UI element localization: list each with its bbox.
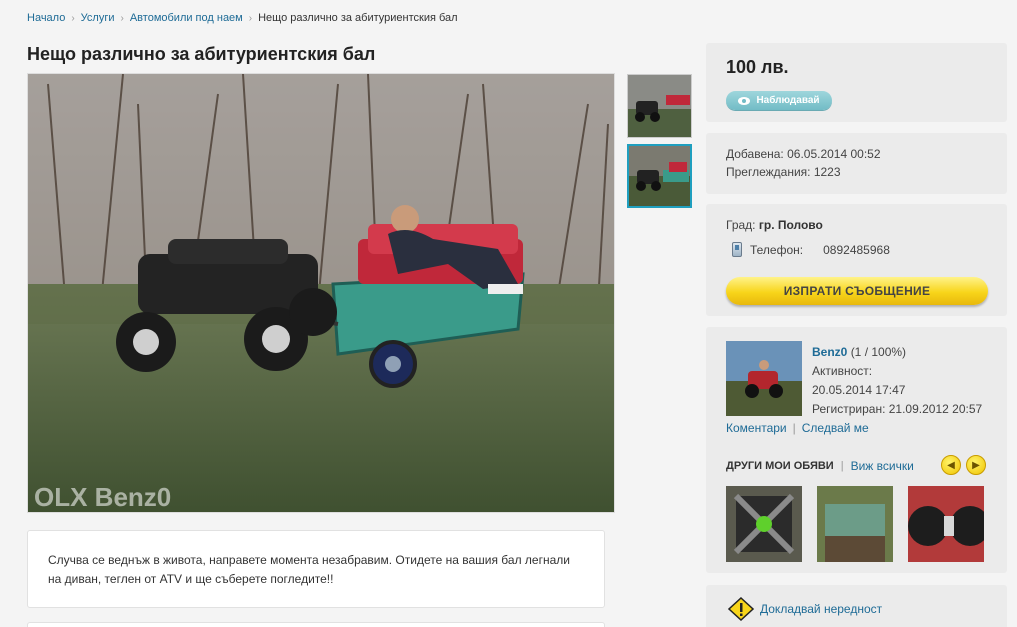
activity-label: Активност: <box>812 364 873 378</box>
phone-row[interactable]: Телефон: 0892485968 <box>732 242 890 257</box>
activity-value: 20.05.2014 17:47 <box>812 383 906 397</box>
next-section-box <box>27 622 605 627</box>
user-panel: Benz0 (1 / 100%) Активност: 20.05.2014 1… <box>706 327 1007 573</box>
user-links: Коментари | Следвай ме <box>726 421 869 435</box>
city-value: гр. Полово <box>758 218 823 232</box>
follow-link[interactable]: Следвай ме <box>802 421 869 435</box>
city-label: Град: <box>726 218 756 232</box>
next-arrow-icon[interactable]: ▶ <box>966 455 986 475</box>
phone-number[interactable]: 0892485968 <box>823 243 890 257</box>
previous-arrow-icon[interactable]: ◀ <box>941 455 961 475</box>
breadcrumb-car-rental[interactable]: Автомобили под наем <box>130 12 243 24</box>
ad-description: Случва се веднъж в живота, направете мом… <box>27 530 605 608</box>
breadcrumb: Начало › Услуги › Автомобили под наем › … <box>27 12 458 24</box>
page-title: Нещо различно за абитуриентския бал <box>27 44 376 64</box>
other-ad-thumbnail-1[interactable] <box>726 486 802 562</box>
view-all-link[interactable]: Виж всички <box>851 459 914 473</box>
photo-thumbnail-1[interactable] <box>627 74 692 138</box>
comments-link[interactable]: Коментари <box>726 421 787 435</box>
report-panel: Докладвай нередност <box>706 585 1007 627</box>
report-link[interactable]: Докладвай нередност <box>728 597 882 621</box>
phone-icon <box>732 242 742 257</box>
user-name-link[interactable]: Benz0 <box>812 345 847 359</box>
report-label[interactable]: Докладвай нередност <box>760 602 882 616</box>
views-count: Преглеждания: 1223 <box>726 165 841 179</box>
watermark-text: OLX Benz0 <box>34 482 171 512</box>
breadcrumb-services[interactable]: Услуги <box>81 12 115 24</box>
eye-icon <box>738 96 751 105</box>
other-ad-thumbnail-2[interactable] <box>817 486 893 562</box>
divider: | <box>840 460 844 472</box>
city: Град: гр. Полово <box>726 218 823 232</box>
user-rating: (1 / 100%) <box>850 345 907 359</box>
breadcrumb-current: Нещо различно за абитуриентския бал <box>258 12 458 24</box>
main-photo[interactable]: OLX Benz0 <box>27 73 615 513</box>
description-line-2: на диван, теглен от ATV и ще съберете по… <box>48 572 334 586</box>
other-ad-thumbnail-3[interactable] <box>908 486 984 562</box>
chevron-right-icon: › <box>248 12 253 24</box>
watch-button-label: Наблюдавай <box>756 95 820 106</box>
price-panel: 100 лв. Наблюдавай <box>706 43 1007 122</box>
divider: | <box>792 421 796 435</box>
meta-panel: Добавена: 06.05.2014 00:52 Преглеждания:… <box>706 133 1007 194</box>
chevron-right-icon: › <box>120 12 124 24</box>
watch-button[interactable]: Наблюдавай <box>726 91 832 110</box>
added-date: Добавена: 06.05.2014 00:52 <box>726 147 881 161</box>
breadcrumb-home[interactable]: Начало <box>27 12 65 24</box>
warning-icon <box>728 597 754 621</box>
photo-thumbnail-2[interactable] <box>627 144 692 208</box>
other-ads-header: ДРУГИ МОИ ОБЯВИ | Виж всички <box>726 459 914 473</box>
phone-label: Телефон: <box>750 242 804 257</box>
send-message-button[interactable]: ИЗПРАТИ СЪОБЩЕНИЕ <box>726 277 988 305</box>
price: 100 лв. <box>726 57 789 77</box>
avatar[interactable] <box>726 341 802 416</box>
user-info: Benz0 (1 / 100%) Активност: 20.05.2014 1… <box>812 343 982 419</box>
chevron-right-icon: › <box>71 12 75 24</box>
description-line-1: Случва се веднъж в живота, направете мом… <box>48 553 570 567</box>
other-ads-label: ДРУГИ МОИ ОБЯВИ <box>726 460 834 472</box>
contact-panel: Град: гр. Полово Телефон: 0892485968 ИЗП… <box>706 204 1007 316</box>
registered-date: Регистриран: 21.09.2012 20:57 <box>812 402 983 416</box>
